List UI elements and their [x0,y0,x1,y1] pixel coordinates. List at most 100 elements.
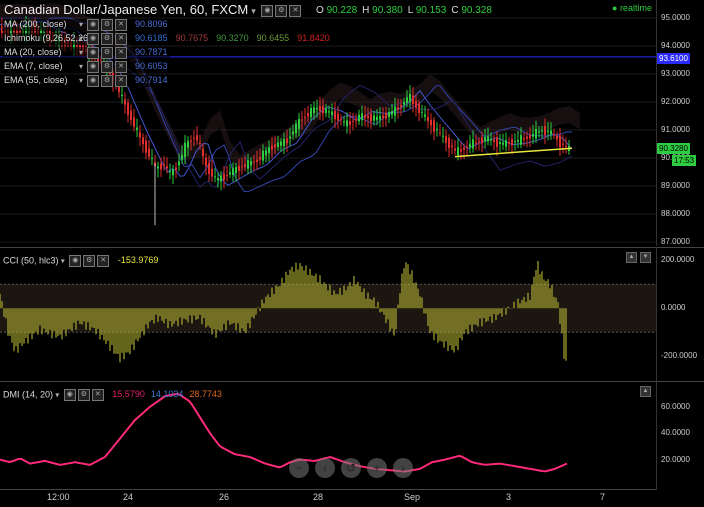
chevron-down-icon[interactable]: ▾ [79,62,83,71]
indicator-label[interactable]: MA (20, close) [4,47,79,57]
time-tick: 24 [123,492,134,502]
ohlc-value: 90.380 [372,5,403,16]
eye-icon[interactable]: ◉ [63,389,76,401]
indicator-value: 90.6053 [135,61,168,72]
eye-icon[interactable]: ◉ [87,47,100,59]
pane-down-icon[interactable]: ▼ [640,252,651,263]
countdown-label: 17:53 [672,155,697,166]
symbol-title[interactable]: Canadian Dollar/Japanese Yen, 60, FXCM [4,2,248,17]
plus-icon[interactable]: + [367,458,387,478]
chevron-down-icon[interactable]: ▾ [79,34,83,43]
close-icon[interactable]: ✕ [91,389,104,401]
candle-body [283,139,285,146]
close-icon[interactable]: ✕ [115,47,128,59]
chevron-down-icon[interactable]: ▾ [59,256,65,265]
eye-icon[interactable]: ◉ [87,33,100,45]
time-tick: Sep [404,492,421,502]
close-icon[interactable]: ✕ [97,255,110,267]
close-icon[interactable]: ✕ [115,19,128,31]
indicator-row[interactable]: EMA (55, close) ▾ ◉ ⚙ ✕ 90.7914 [2,75,170,87]
indicator-label[interactable]: EMA (7, close) [4,61,79,71]
indicator-label[interactable]: MA (200, close) [4,19,79,29]
candle-body [229,172,231,175]
candle-body [562,143,564,145]
reset-icon[interactable]: ↺ [341,458,361,478]
chevron-down-icon[interactable]: ▾ [79,76,83,85]
candle-body [478,141,480,143]
cci-title[interactable]: CCI (50, hlc3) [3,255,59,265]
candle-body [388,112,390,117]
gear-icon[interactable]: ⚙ [83,255,96,267]
candle-body [394,106,396,116]
chevron-down-icon[interactable]: ▾ [79,48,83,57]
candle-body [205,157,207,166]
candle-body [286,138,288,144]
gear-icon[interactable]: ⚙ [101,75,114,87]
time-axis[interactable] [0,489,656,507]
candle-body [364,114,366,119]
minus-icon[interactable]: − [289,458,309,478]
eye-icon[interactable]: ◉ [69,255,82,267]
eye-icon[interactable]: ◉ [87,61,100,73]
candle-body [376,116,378,121]
candle-body [514,141,516,143]
indicator-row[interactable]: Ichimoku (9,26,52,26)▾ ◉ ⚙ ✕ 90.6185 90.7675 9… [2,33,332,45]
candle-body [274,144,276,148]
close-icon[interactable]: ✕ [115,75,128,87]
candle-body [124,99,126,105]
eye-icon[interactable]: ◉ [261,4,274,17]
dmi-axis[interactable]: 60.0000 40.0000 20.0000 [656,381,704,490]
cci-axis[interactable]: 200.0000 0.0000 -200.0000 [656,247,704,381]
candle-body [352,120,354,122]
ohlc-value: 90.153 [415,5,447,16]
indicator-row[interactable]: MA (200, close) ▾ ◉ ⚙ ✕ 90.8096 [2,19,170,31]
gear-icon[interactable]: ⚙ [275,4,288,17]
gear-icon[interactable]: ⚙ [101,61,114,73]
candle-body [520,135,522,145]
candle-body [256,159,258,162]
close-icon[interactable]: ✕ [289,4,302,17]
close-icon[interactable]: ✕ [115,61,128,73]
pane-up-icon[interactable]: ▲ [626,252,637,263]
adx-line [0,392,568,473]
eye-icon[interactable]: ◉ [87,75,100,87]
indicator-row[interactable]: MA (20, close) ▾ ◉ ⚙ ✕ 90.7871 [2,47,170,59]
gear-icon[interactable]: ⚙ [101,19,114,31]
chevron-down-icon[interactable]: ▾ [53,390,59,399]
candle-body [439,132,441,134]
indicator-row[interactable]: EMA (7, close) ▾ ◉ ⚙ ✕ 90.6053 [2,61,170,73]
chevron-down-icon[interactable]: ▾ [251,6,256,16]
candle-body [148,148,150,157]
dmi-tick: 40.0000 [661,428,690,438]
candle-body [295,123,297,134]
price-axis[interactable]: 95.000094.000093.000092.000091.000090.00… [656,0,704,246]
eye-icon[interactable]: ◉ [87,19,100,31]
gear-icon[interactable]: ⚙ [101,33,114,45]
chevron-down-icon[interactable]: ▾ [79,20,83,29]
candle-body [325,108,327,113]
candle-body [319,105,321,112]
scroll-left-icon[interactable]: ‹ [315,458,335,478]
candle-body [400,105,402,108]
dmi-title[interactable]: DMI (14, 20) [3,389,53,399]
gear-icon[interactable]: ⚙ [77,389,90,401]
candle-body [526,136,528,139]
indicator-label[interactable]: Ichimoku (9,26,52,26) [4,33,91,43]
candle-body [556,136,558,140]
candle-body [316,107,318,110]
candle-body [235,166,237,174]
ohlc-key: C [451,5,462,16]
indicator-value: 90.7871 [135,47,168,58]
dmi-value: 15.5790 [112,389,145,400]
candle-body [160,163,162,170]
pane-up-icon[interactable]: ▲ [640,386,651,397]
cci-pane[interactable] [0,247,656,381]
gear-icon[interactable]: ⚙ [101,47,114,59]
scroll-right-icon[interactable]: › [393,458,413,478]
hline-price-label: 93.6100 [657,53,690,64]
indicator-label[interactable]: EMA (55, close) [4,75,79,85]
close-icon[interactable]: ✕ [115,33,128,45]
candle-body [490,139,492,141]
cci-chart[interactable] [0,248,656,381]
candle-body [202,148,204,157]
